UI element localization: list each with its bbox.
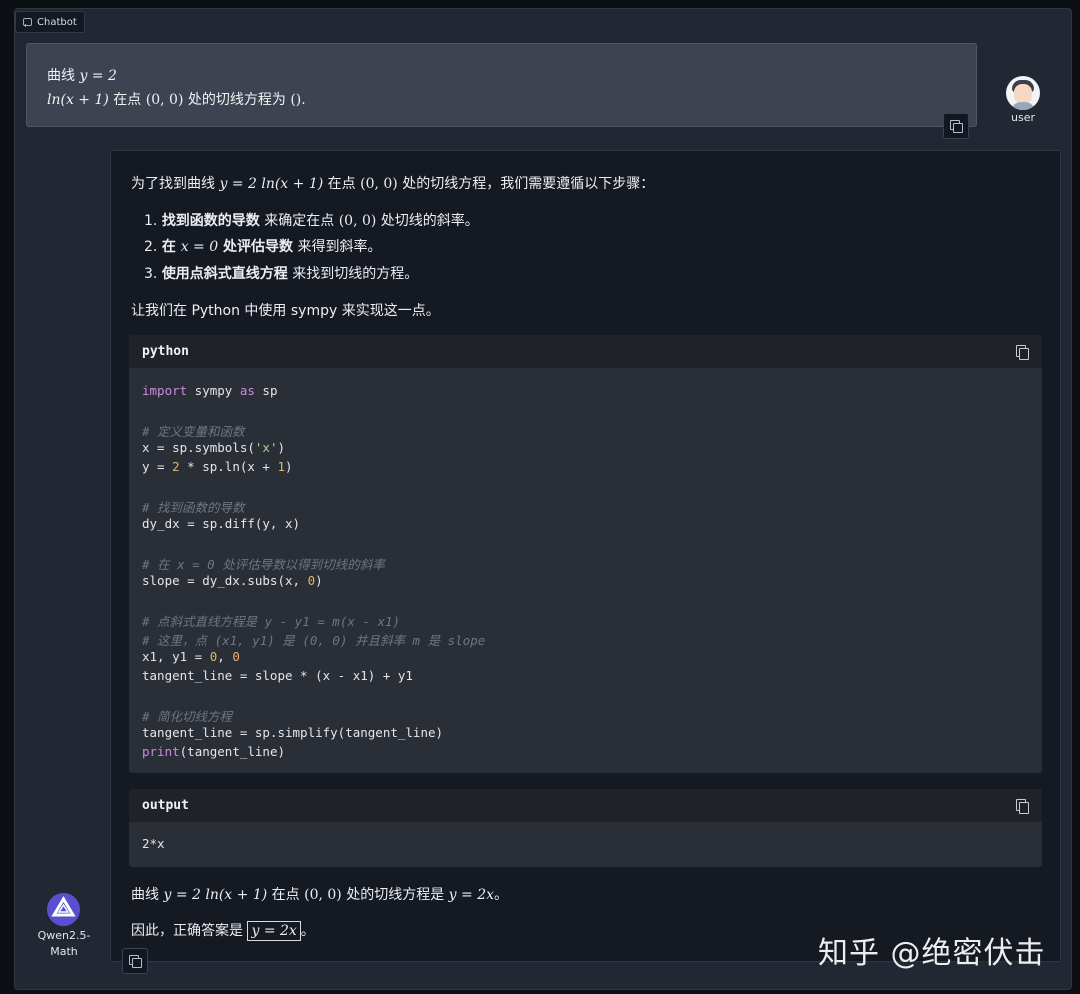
output-block: output 2*x: [129, 789, 1042, 867]
code-comment: # 简化切线方程: [142, 709, 233, 724]
code-comment: # 定义变量和函数: [142, 424, 245, 439]
user-message: 曲线 y = 2 ln(x + 1) 在点 (0, 0) 处的切线方程为 ().: [26, 43, 977, 127]
math-expr: y = 2 ln(x + 1): [219, 176, 324, 192]
code-line: tangent_line = sp.simplify(tangent_line): [142, 725, 444, 740]
text: 曲线: [47, 68, 80, 84]
qwen-avatar: [47, 893, 80, 926]
copy-icon: [129, 955, 142, 968]
code-comment: # 点斜式直线方程是 y - y1 = m(x - x1): [142, 614, 401, 629]
copy-bot-message-button[interactable]: [122, 948, 148, 974]
math-expr: y = 2: [79, 68, 117, 84]
step-1: 1. 找到函数的导数 来确定在点 (0, 0) 处切线的斜率。: [144, 213, 479, 229]
user-avatar: [1006, 76, 1040, 110]
python-note: 让我们在 Python 中使用 sympy 来实现这一点。: [131, 303, 440, 319]
code-language-label: python: [142, 344, 189, 359]
user-message-line-1: 曲线 y = 2: [47, 64, 956, 88]
code-line: x = sp.symbols('x'): [142, 440, 285, 455]
chatbot-label: Chatbot: [15, 11, 85, 33]
result-line: 曲线 y = 2 ln(x + 1) 在点 (0, 0) 处的切线方程是 y =…: [131, 887, 508, 903]
python-code-block: python import sympy as sp # 定义变量和函数 x = …: [129, 335, 1042, 773]
code-line: tangent_line = slope * (x - x1) + y1: [142, 668, 413, 683]
code-line: import sympy as sp: [142, 383, 278, 398]
copy-output-icon[interactable]: [1016, 799, 1029, 814]
text: 处的切线方程为: [183, 92, 291, 108]
code-line: y = 2 * sp.ln(x + 1): [142, 459, 293, 474]
bot-message: 为了找到曲线 y = 2 ln(x + 1) 在点 (0, 0) 处的切线方程，…: [110, 150, 1061, 962]
code-line: dy_dx = sp.diff(y, x): [142, 516, 301, 531]
code-line: print(tangent_line): [142, 744, 285, 759]
text: 在点: [108, 92, 146, 108]
math-expr: ln(x + 1): [47, 92, 109, 108]
code-comment: # 在 x = 0 处评估导数以得到切线的斜率: [142, 557, 385, 572]
copy-icon: [950, 120, 963, 133]
code-line: slope = dy_dx.subs(x, 0): [142, 573, 323, 588]
code-comment: # 找到函数的导数: [142, 500, 245, 515]
code-line: x1, y1 = 0, 0: [142, 649, 240, 664]
copy-code-icon[interactable]: [1016, 345, 1029, 360]
code-header: python: [129, 335, 1042, 368]
output-label: output: [142, 798, 189, 813]
math-paren: (): [290, 92, 302, 108]
user-name: user: [1011, 111, 1035, 124]
bot-name: Qwen2.5- Math: [37, 929, 91, 958]
watermark: 知乎 @绝密伏击: [818, 936, 1046, 971]
chatbot-label-text: Chatbot: [37, 16, 77, 28]
math-point: (0, 0): [145, 92, 184, 108]
boxed-answer: y = 2x: [247, 921, 301, 941]
answer-line: 因此，正确答案是 y = 2x。: [131, 921, 315, 941]
math-point: (0, 0): [360, 176, 398, 192]
bot-intro: 为了找到曲线 y = 2 ln(x + 1) 在点 (0, 0) 处的切线方程，…: [131, 176, 655, 192]
output-header: output: [129, 789, 1042, 822]
output-value: 2*x: [142, 836, 165, 851]
code-comment: # 这里，点 (x1, y1) 是 (0, 0) 并且斜率 m 是 slope: [142, 633, 486, 648]
copy-user-message-button[interactable]: [943, 113, 969, 139]
user-message-line-2: ln(x + 1) 在点 (0, 0) 处的切线方程为 ().: [47, 88, 956, 112]
step-2: 2. 在 x = 0 处评估导数 来得到斜率。: [144, 239, 382, 255]
text: .: [301, 92, 306, 108]
chat-icon: [23, 18, 32, 27]
step-3: 3. 使用点斜式直线方程 来找到切线的方程。: [144, 266, 419, 282]
